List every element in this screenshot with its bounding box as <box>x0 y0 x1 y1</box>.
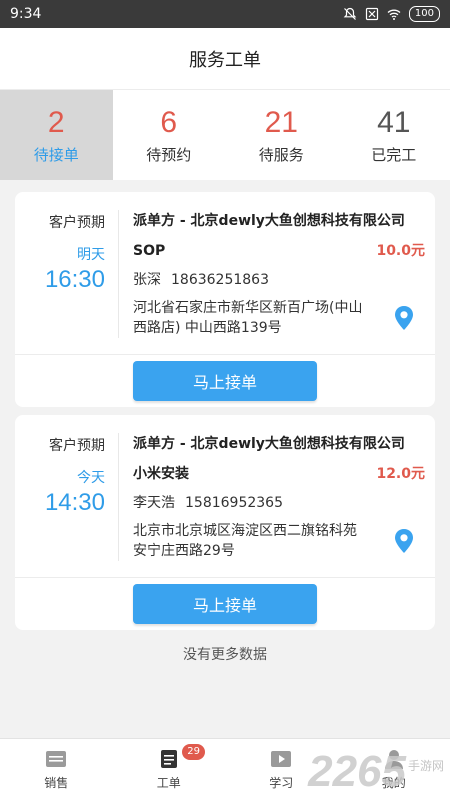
sales-icon <box>46 751 67 767</box>
status-bar: 9:34 100 <box>0 0 450 28</box>
order-card-body: 客户预期 明天 16:30 派单方 - 北京dewly大鱼创想科技有限公司 SO… <box>15 192 435 355</box>
tab-pending-appointment[interactable]: 6 待预约 <box>113 90 226 180</box>
no-sim-icon <box>365 7 379 21</box>
service-row: 小米安装 12.0元 <box>133 463 425 483</box>
contact-row: 张深 18636251863 <box>133 269 425 289</box>
tab-label: 待服务 <box>258 145 304 164</box>
expected-time-block: 客户预期 明天 16:30 <box>15 210 119 338</box>
workorder-badge: 29 <box>182 744 205 760</box>
accept-order-button[interactable]: 马上接单 <box>133 584 317 624</box>
contact-phone[interactable]: 15816952365 <box>185 495 283 511</box>
location-pin-icon[interactable] <box>393 305 415 331</box>
nav-label: 销售 <box>44 776 69 790</box>
expected-time: 14:30 <box>44 489 105 516</box>
accept-order-button[interactable]: 马上接单 <box>133 361 317 401</box>
nav-item-workorder[interactable]: 29 工单 <box>113 739 226 800</box>
expected-time: 16:30 <box>44 266 105 293</box>
order-card-body: 客户预期 今天 14:30 派单方 - 北京dewly大鱼创想科技有限公司 小米… <box>15 415 435 578</box>
order-list: 客户预期 明天 16:30 派单方 - 北京dewly大鱼创想科技有限公司 SO… <box>0 180 450 664</box>
battery-indicator: 100 <box>408 6 440 22</box>
expected-label: 客户预期 <box>49 215 105 231</box>
expected-day: 明天 <box>77 247 105 263</box>
expected-day: 今天 <box>77 470 105 486</box>
tab-count: 41 <box>377 105 411 139</box>
workorder-icon <box>160 750 177 768</box>
service-price: 12.0元 <box>376 466 425 482</box>
nav-label: 工单 <box>156 776 181 790</box>
expected-label: 客户预期 <box>49 438 105 454</box>
contact-name: 张深 <box>133 272 161 288</box>
contact-row: 李天浩 15816952365 <box>133 492 425 512</box>
contact-name: 李天浩 <box>133 495 175 511</box>
address-row: 河北省石家庄市新华区新百广场(中山西路店) 中山西路139号 <box>133 298 425 338</box>
tab-pending-accept[interactable]: 2 待接单 <box>0 90 113 180</box>
watermark-number: 2265 <box>308 747 406 796</box>
dispatcher: 派单方 - 北京dewly大鱼创想科技有限公司 <box>133 213 405 229</box>
tab-completed[interactable]: 41 已完工 <box>338 90 450 180</box>
tab-pending-service[interactable]: 21 待服务 <box>225 90 338 180</box>
tab-label: 已完工 <box>371 145 417 164</box>
service-name: 小米安装 <box>133 466 189 482</box>
order-details: 派单方 - 北京dewly大鱼创想科技有限公司 SOP 10.0元 张深 1863… <box>119 210 435 338</box>
nav-label: 学习 <box>269 776 294 790</box>
study-icon <box>271 751 292 767</box>
status-icons: 100 <box>343 6 440 22</box>
status-time: 9:34 <box>10 6 42 22</box>
order-card-actions: 马上接单 <box>15 355 435 407</box>
dispatcher: 派单方 - 北京dewly大鱼创想科技有限公司 <box>133 436 405 452</box>
watermark-logo: 2265 手游网 <box>308 750 444 794</box>
address-row: 北京市北京城区海淀区西二旗铭科苑 安宁庄西路29号 <box>133 521 425 561</box>
tab-count: 6 <box>160 105 178 139</box>
address: 河北省石家庄市新华区新百广场(中山西路店) 中山西路139号 <box>133 300 363 336</box>
notification-off-icon <box>343 7 357 20</box>
watermark-text: 手游网 <box>407 759 444 773</box>
status-tabs: 2 待接单 6 待预约 21 待服务 41 已完工 <box>0 90 450 180</box>
page-title: 服务工单 <box>189 49 261 71</box>
order-card[interactable]: 客户预期 明天 16:30 派单方 - 北京dewly大鱼创想科技有限公司 SO… <box>15 192 435 407</box>
no-more-data: 没有更多数据 <box>183 647 267 663</box>
tab-count: 21 <box>264 105 298 139</box>
tab-label: 待预约 <box>146 145 192 164</box>
nav-item-sales[interactable]: 销售 <box>0 739 113 800</box>
service-row: SOP 10.0元 <box>133 240 425 260</box>
order-card[interactable]: 客户预期 今天 14:30 派单方 - 北京dewly大鱼创想科技有限公司 小米… <box>15 415 435 630</box>
expected-time-block: 客户预期 今天 14:30 <box>15 433 119 561</box>
order-card-actions: 马上接单 <box>15 578 435 630</box>
tab-count: 2 <box>47 105 65 139</box>
tab-label: 待接单 <box>33 145 79 164</box>
location-pin-icon[interactable] <box>393 528 415 554</box>
order-details: 派单方 - 北京dewly大鱼创想科技有限公司 小米安装 12.0元 李天浩 15… <box>119 433 435 561</box>
wifi-icon <box>387 9 401 20</box>
service-price: 10.0元 <box>376 243 425 259</box>
contact-phone[interactable]: 18636251863 <box>171 272 269 288</box>
address: 北京市北京城区海淀区西二旗铭科苑 安宁庄西路29号 <box>133 523 357 559</box>
service-name: SOP <box>133 243 166 259</box>
app-bar: 服务工单 <box>0 28 450 90</box>
